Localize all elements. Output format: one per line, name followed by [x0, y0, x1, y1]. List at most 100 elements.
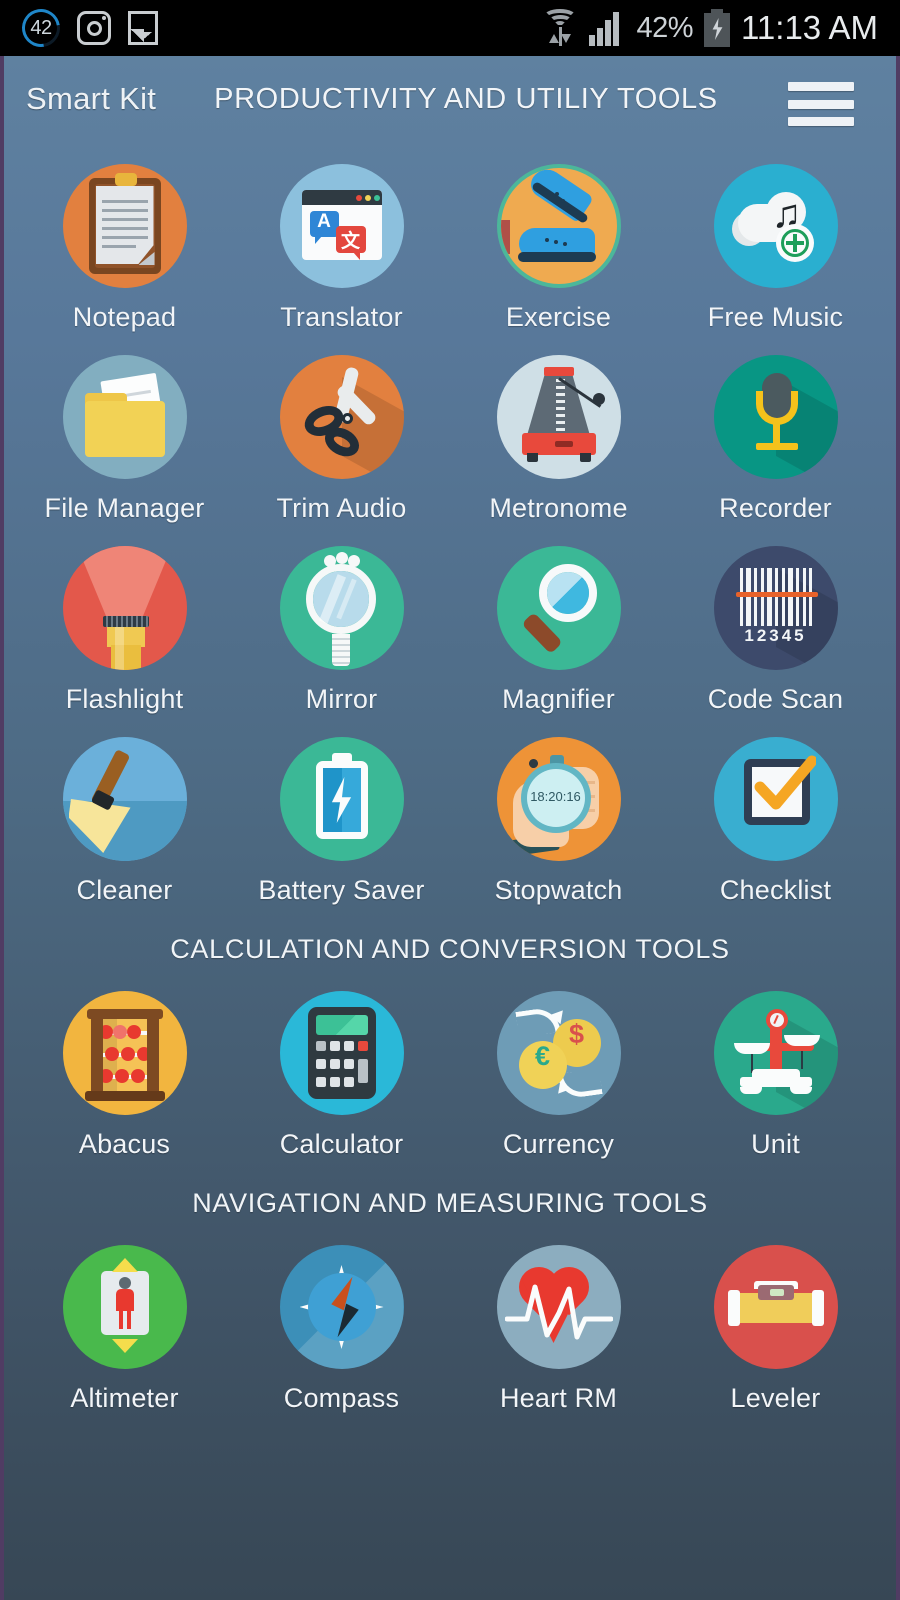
checklist-icon	[713, 737, 838, 861]
battery-saver-icon	[279, 737, 404, 861]
currency-euro-glyph: €	[534, 1041, 551, 1071]
currency-exchange-icon: $ €	[496, 991, 621, 1115]
gallery-image-icon	[128, 11, 158, 45]
tool-tile-compass[interactable]: Compass	[233, 1223, 450, 1414]
tool-tile-metronome[interactable]: Metronome	[450, 333, 667, 524]
tool-label: Exercise	[505, 302, 612, 332]
tool-label: Stopwatch	[494, 875, 623, 905]
tool-grid-calculation: Abacus Calculator $ € Currency Unit	[4, 969, 896, 1160]
status-bar-clock: 11:13 AM	[741, 9, 878, 46]
tool-label: Magnifier	[502, 684, 615, 714]
status-bar-notifications: 42	[14, 1, 158, 55]
stopwatch-hand-icon: 18:20:16	[496, 737, 621, 861]
tool-label: Code Scan	[707, 684, 844, 714]
instagram-camera-icon	[77, 11, 111, 45]
notification-count-text: 42	[30, 16, 52, 39]
stopwatch-time-text: 18:20:16	[530, 789, 581, 804]
tool-tile-translator[interactable]: A 文 Translator	[233, 142, 450, 333]
tool-label: Compass	[283, 1383, 400, 1413]
tool-label: Trim Audio	[276, 493, 407, 523]
file-manager-folder-icon	[62, 355, 187, 479]
tool-label: Free Music	[707, 302, 844, 332]
status-bar-system: 42% 11:13 AM	[542, 8, 878, 48]
tool-tile-free-music[interactable]: ♫ Free Music	[667, 142, 884, 333]
wifi-transfer-icon	[542, 8, 578, 48]
tool-tile-checklist[interactable]: Checklist	[667, 715, 884, 906]
tool-tile-altimeter[interactable]: Altimeter	[16, 1223, 233, 1414]
tool-tile-leveler[interactable]: Leveler	[667, 1223, 884, 1414]
tool-tile-currency[interactable]: $ € Currency	[450, 969, 667, 1160]
exercise-shoes-icon	[496, 164, 621, 288]
section-heading-calculation: CALCULATION AND CONVERSION TOOLS	[170, 934, 730, 964]
tool-tile-mirror[interactable]: Mirror	[233, 524, 450, 715]
tool-tile-unit[interactable]: Unit	[667, 969, 884, 1160]
tool-label: Cleaner	[76, 875, 173, 905]
trim-audio-scissors-icon	[279, 355, 404, 479]
app-bar: Smart Kit PRODUCTIVITY AND UTILIY TOOLS	[4, 56, 896, 142]
mirror-icon	[279, 546, 404, 670]
battery-charging-icon	[704, 9, 731, 47]
check-mark-icon	[754, 755, 816, 810]
abacus-icon	[62, 991, 187, 1115]
tool-tile-stopwatch[interactable]: 18:20:16 Stopwatch	[450, 715, 667, 906]
tool-label: Altimeter	[70, 1383, 179, 1413]
heart-rate-monitor-icon	[496, 1245, 621, 1369]
app-brand: Smart Kit	[26, 81, 157, 116]
tool-tile-flashlight[interactable]: Flashlight	[16, 524, 233, 715]
translator-icon: A 文	[279, 164, 404, 288]
barcode-digits-text: 12345	[744, 626, 807, 645]
status-bar: 42 42% 11:13 AM	[0, 0, 900, 56]
translator-target-glyph: 文	[340, 231, 360, 252]
tool-label: Heart RM	[499, 1383, 618, 1413]
tool-label: Calculator	[279, 1129, 404, 1159]
page-title: PRODUCTIVITY AND UTILIY TOOLS	[214, 82, 718, 115]
tool-tile-cleaner[interactable]: Cleaner	[16, 715, 233, 906]
altimeter-elevator-icon	[62, 1245, 187, 1369]
unit-balance-scale-icon	[713, 991, 838, 1115]
tool-label: Abacus	[78, 1129, 171, 1159]
cleaner-broom-icon	[62, 737, 187, 861]
tool-label: Leveler	[730, 1383, 821, 1413]
calculator-icon	[279, 991, 404, 1115]
tool-label: Recorder	[719, 493, 832, 523]
notepad-icon	[62, 164, 187, 288]
ecg-line-icon	[504, 1284, 613, 1340]
free-music-cloud-icon: ♫	[713, 164, 838, 288]
tool-label: Mirror	[305, 684, 378, 714]
metronome-icon	[496, 355, 621, 479]
notification-count-badge-icon: 42	[14, 1, 68, 55]
barcode-scan-icon: 12345	[713, 546, 838, 670]
tool-tile-recorder[interactable]: Recorder	[667, 333, 884, 524]
tool-tile-heart-rm[interactable]: Heart RM	[450, 1223, 667, 1414]
tool-label: Currency	[502, 1129, 615, 1159]
tool-tile-magnifier[interactable]: Magnifier	[450, 524, 667, 715]
tool-tile-notepad[interactable]: Notepad	[16, 142, 233, 333]
app-content: Smart Kit PRODUCTIVITY AND UTILIY TOOLS …	[0, 56, 900, 1600]
tool-tile-battery-saver[interactable]: Battery Saver	[233, 715, 450, 906]
tool-label: Checklist	[719, 875, 832, 905]
tool-tile-trim-audio[interactable]: Trim Audio	[233, 333, 450, 524]
translator-source-glyph: A	[317, 211, 331, 232]
tool-grid-navigation: Altimeter Compass Heart RM Leveler	[4, 1223, 896, 1414]
tool-label: Metronome	[489, 493, 628, 523]
tool-tile-code-scan[interactable]: 12345 Code Scan	[667, 524, 884, 715]
recorder-microphone-icon	[713, 355, 838, 479]
tool-label: Flashlight	[65, 684, 184, 714]
section-heading-navigation: NAVIGATION AND MEASURING TOOLS	[192, 1188, 708, 1218]
tool-tile-exercise[interactable]: Exercise	[450, 142, 667, 333]
battery-percent-text: 42%	[636, 11, 694, 44]
magnifier-icon	[496, 546, 621, 670]
spirit-level-icon	[713, 1245, 838, 1369]
tool-label: Unit	[751, 1129, 800, 1159]
tool-label: Translator	[280, 302, 403, 332]
phone-screen: 42 42% 11:13 AM Smart Kit PRODUCTIVITY A…	[0, 0, 900, 1600]
flashlight-icon	[62, 546, 187, 670]
tool-tile-file-manager[interactable]: File Manager	[16, 333, 233, 524]
tool-label: Battery Saver	[258, 875, 425, 905]
compass-icon	[279, 1245, 404, 1369]
tool-tile-calculator[interactable]: Calculator	[233, 969, 450, 1160]
hamburger-menu-icon[interactable]	[788, 82, 854, 126]
tool-label: File Manager	[44, 493, 205, 523]
tool-tile-abacus[interactable]: Abacus	[16, 969, 233, 1160]
tool-label: Notepad	[72, 302, 177, 332]
